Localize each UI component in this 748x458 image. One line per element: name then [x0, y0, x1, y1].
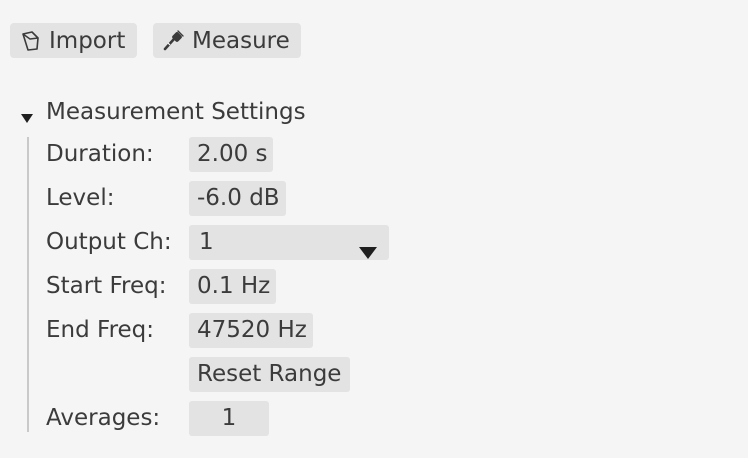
import-file-icon: [19, 30, 41, 52]
level-field[interactable]: -6.0 dB: [189, 181, 286, 216]
output-channel-select[interactable]: 1: [189, 225, 389, 260]
output-channel-value: 1: [199, 229, 214, 255]
dropdown-arrow-icon: [359, 236, 377, 259]
tree-guide-line: [27, 137, 29, 432]
import-button[interactable]: Import: [10, 23, 137, 58]
measure-button[interactable]: Measure: [153, 23, 301, 58]
start-freq-label: Start Freq:: [46, 273, 167, 299]
measure-button-label: Measure: [192, 27, 290, 54]
end-freq-field[interactable]: 47520 Hz: [189, 313, 313, 348]
reset-range-button[interactable]: Reset Range: [189, 357, 350, 392]
measurement-settings-header[interactable]: Measurement Settings: [20, 96, 306, 128]
import-button-label: Import: [49, 27, 126, 54]
averages-field[interactable]: 1: [189, 401, 269, 436]
duration-label: Duration:: [46, 141, 154, 167]
section-title: Measurement Settings: [46, 99, 306, 125]
start-freq-field[interactable]: 0.1 Hz: [189, 269, 276, 304]
microphone-icon: [162, 29, 184, 52]
level-label: Level:: [46, 185, 115, 211]
duration-field[interactable]: 2.00 s: [189, 137, 273, 172]
end-freq-label: End Freq:: [46, 317, 155, 343]
averages-label: Averages:: [46, 405, 161, 431]
output-channel-label: Output Ch:: [46, 229, 172, 255]
triangle-down-icon[interactable]: [20, 105, 34, 123]
